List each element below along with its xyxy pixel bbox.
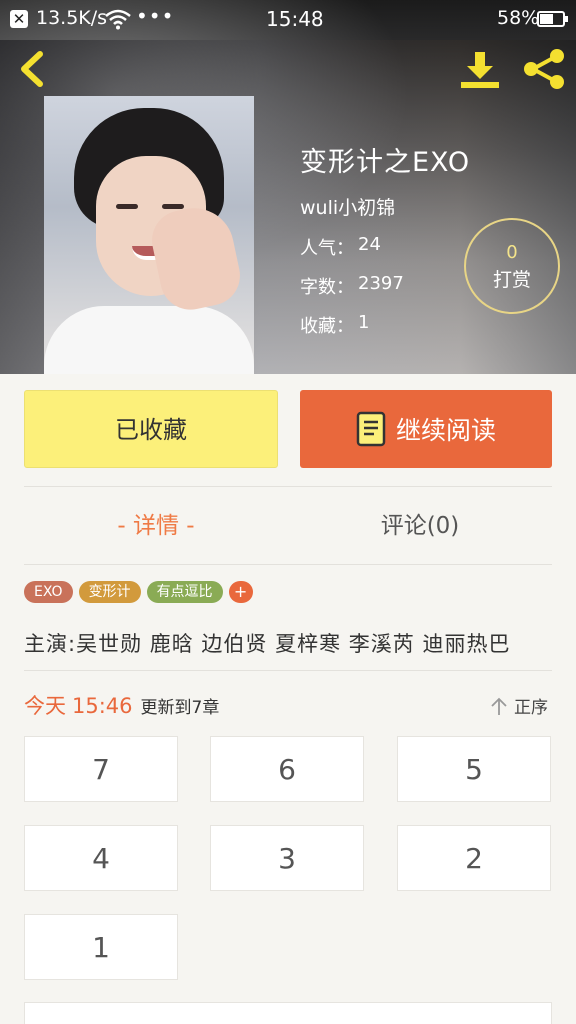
cast-list: 主演:吴世勋 鹿晗 边伯贤 夏梓寒 李溪芮 迪丽热巴 <box>24 632 511 656</box>
chapter-button[interactable]: 7 <box>24 736 178 802</box>
battery-icon <box>537 11 568 27</box>
divider <box>24 486 552 487</box>
reward-count: 0 <box>506 242 518 263</box>
word-count-stat: 字数： 2397 <box>300 273 404 298</box>
share-button[interactable] <box>522 48 566 90</box>
network-speed: 13.5K/s <box>36 7 108 29</box>
update-info: 今天 15:46 更新到7章 <box>24 690 219 720</box>
chapter-button[interactable]: 6 <box>210 736 364 802</box>
continue-reading-label: 继续阅读 <box>395 416 496 445</box>
update-text: 更新到7章 <box>140 698 220 718</box>
update-time: 15:46 <box>72 694 133 718</box>
sort-order-label: 正序 <box>514 698 548 718</box>
continue-reading-button[interactable]: 继续阅读 <box>300 390 552 468</box>
book-info: 变形计之EXO wuli小初锦 人气： 24 字数： 2397 收藏： 1 <box>300 140 470 351</box>
tab-detail[interactable]: - 详情 - <box>24 500 288 552</box>
book-title: 变形计之EXO <box>300 147 471 178</box>
reward-label: 打赏 <box>492 269 531 291</box>
status-bar: ✕ 13.5K/s ••• 15:48 58% <box>0 0 576 40</box>
divider <box>24 564 552 565</box>
chapter-button[interactable]: 5 <box>397 736 551 802</box>
favorited-button[interactable]: 已收藏 <box>24 390 278 468</box>
wifi-icon <box>105 9 131 30</box>
more-chapters-bar[interactable] <box>24 1002 552 1024</box>
add-tag-button[interactable]: + <box>228 581 253 603</box>
update-day: 今天 <box>24 694 66 718</box>
download-button[interactable] <box>458 48 502 90</box>
book-icon <box>356 411 386 447</box>
more-notifications-icon: ••• <box>136 4 175 28</box>
arrow-up-icon <box>491 697 507 715</box>
chapter-button[interactable]: 3 <box>210 825 364 891</box>
clock: 15:48 <box>266 7 324 31</box>
reward-button[interactable]: 0 打赏 <box>464 218 560 314</box>
book-author[interactable]: wuli小初锦 <box>300 193 470 220</box>
tab-comments[interactable]: 评论(0) <box>288 500 552 552</box>
popularity-stat: 人气： 24 <box>300 234 381 259</box>
tag-list: EXO 变形计 有点逗比 + <box>24 581 253 603</box>
battery-percent: 58% <box>497 7 540 29</box>
favorites-stat: 收藏： 1 <box>300 312 370 337</box>
divider <box>24 670 552 671</box>
tag-funny[interactable]: 有点逗比 <box>146 581 223 603</box>
chapter-button[interactable]: 1 <box>24 914 178 980</box>
sort-order-button[interactable]: 正序 <box>490 693 548 718</box>
tag-exo[interactable]: EXO <box>24 581 73 603</box>
book-cover-image <box>44 96 254 374</box>
back-button[interactable] <box>12 48 52 90</box>
chapter-button[interactable]: 4 <box>24 825 178 891</box>
close-notification-icon: ✕ <box>10 10 28 28</box>
chapter-button[interactable]: 2 <box>397 825 551 891</box>
tag-transformation[interactable]: 变形计 <box>78 581 141 603</box>
